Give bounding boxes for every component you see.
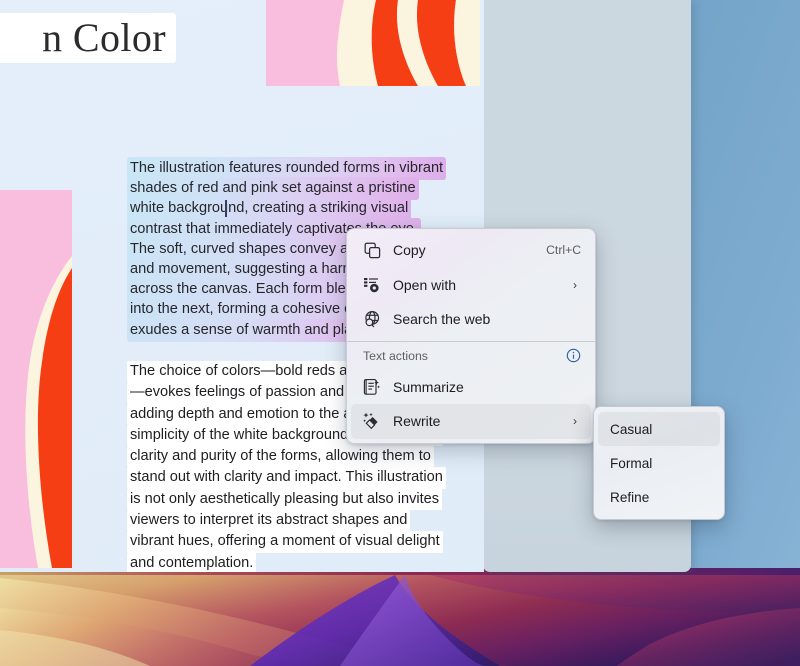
artwork-left-svg xyxy=(0,190,72,568)
selected-line-text: white background, creating a striking vi… xyxy=(127,197,411,220)
artwork-left-image xyxy=(0,190,72,568)
text-actions-label: Text actions xyxy=(363,349,566,363)
rewrite-wand-icon xyxy=(359,410,385,432)
context-menu-label: Rewrite xyxy=(393,413,569,429)
bloom-ribbons-svg xyxy=(0,568,800,666)
rewrite-submenu[interactable]: Casual Formal Refine xyxy=(593,406,725,520)
context-menu-item-copy[interactable]: Copy Ctrl+C xyxy=(351,233,591,268)
context-menu-item-rewrite[interactable]: Rewrite › xyxy=(351,404,591,439)
submenu-item-refine[interactable]: Refine xyxy=(598,480,720,514)
body-line-text: clarity and purity of the forms, allowin… xyxy=(127,446,434,467)
paragraph-line: white background, creating a striking vi… xyxy=(127,197,435,217)
chevron-right-icon: › xyxy=(569,278,581,292)
open-with-icon xyxy=(359,274,385,296)
search-web-icon xyxy=(359,308,385,330)
context-menu-accelerator: Ctrl+C xyxy=(546,243,581,257)
context-menu[interactable]: Copy Ctrl+C Open with › xyxy=(346,228,596,444)
info-circle-icon[interactable] xyxy=(566,348,581,363)
context-menu-label: Copy xyxy=(393,242,546,258)
submenu-item-formal[interactable]: Formal xyxy=(598,446,720,480)
context-menu-item-summarize[interactable]: Summarize xyxy=(351,370,591,405)
context-menu-label: Summarize xyxy=(393,379,581,395)
body-line-text: vibrant hues, offering a moment of visua… xyxy=(127,531,443,552)
context-menu-item-open-with[interactable]: Open with › xyxy=(351,268,591,303)
copy-icon xyxy=(359,239,385,261)
text-caret xyxy=(225,200,227,217)
body-line-text: is not only aesthetically pleasing but a… xyxy=(127,489,442,510)
chevron-right-icon: › xyxy=(569,414,581,428)
text-actions-header: Text actions xyxy=(351,342,591,370)
artwork-top-svg xyxy=(266,0,480,86)
summarize-icon xyxy=(359,376,385,398)
body-line-text: stand out with clarity and impact. This … xyxy=(127,467,446,488)
body-line-text: viewers to interpret its abstract shapes… xyxy=(127,510,410,531)
body-line-text: and contemplation. xyxy=(127,553,256,572)
context-menu-item-search-web[interactable]: Search the web xyxy=(351,302,591,337)
context-menu-label: Search the web xyxy=(393,311,581,327)
context-menu-label: Open with xyxy=(393,277,569,293)
paragraph-line: The illustration features rounded forms … xyxy=(127,157,435,177)
paragraph-line: shades of red and pink set against a pri… xyxy=(127,177,435,197)
submenu-item-casual[interactable]: Casual xyxy=(598,412,720,446)
document-title: n Color xyxy=(0,13,176,63)
desktop-right-gradient xyxy=(690,0,800,666)
windows-bloom-wallpaper xyxy=(0,568,800,666)
artwork-top-image xyxy=(266,0,480,86)
